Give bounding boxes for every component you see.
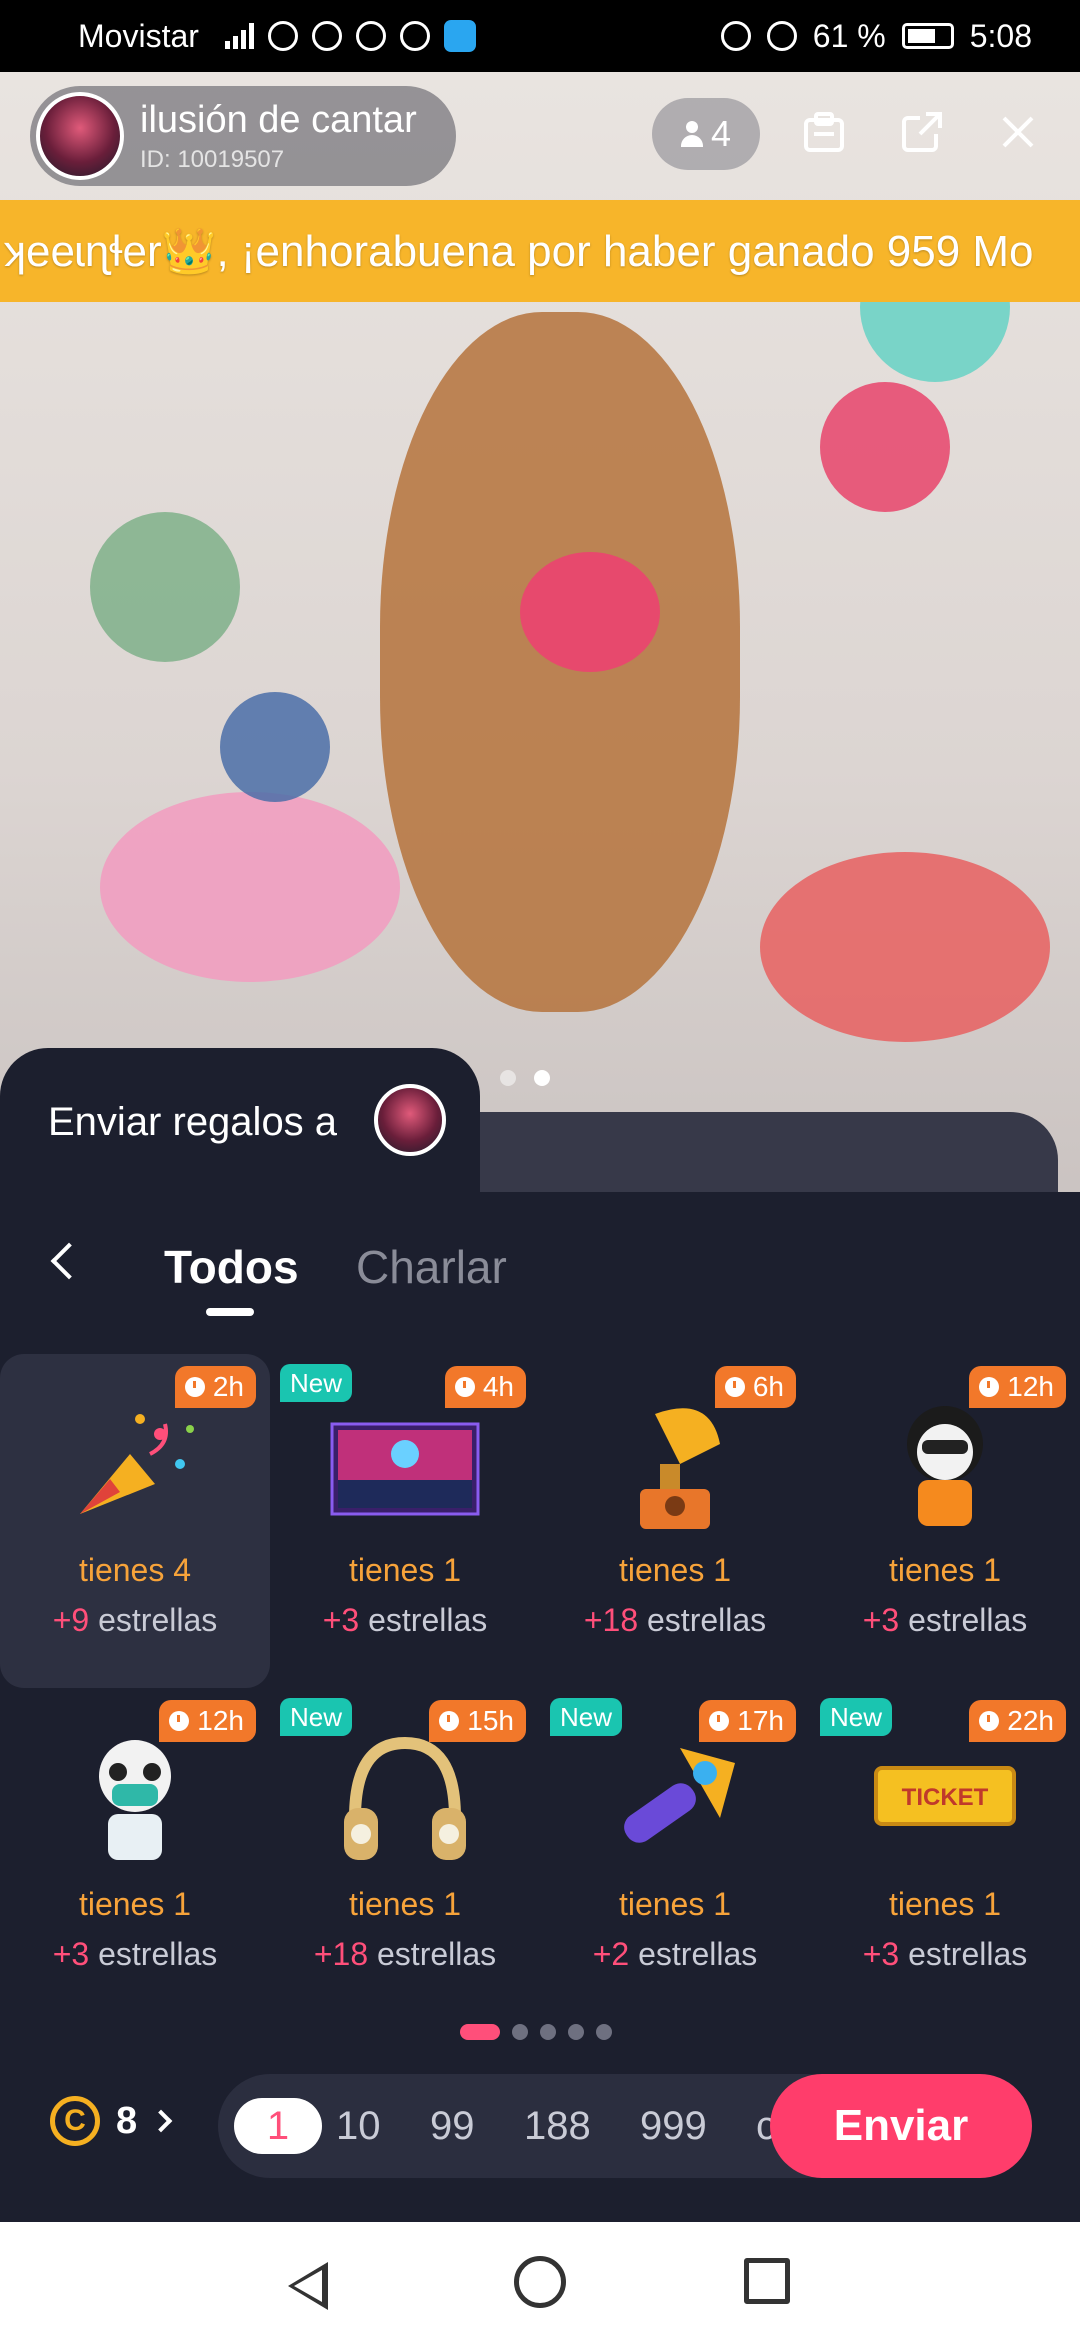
room-id: ID: 10019507 [140, 145, 285, 173]
quantity-option-selected[interactable]: 1 [234, 2098, 322, 2154]
gift-tabs: Todos Charlar [0, 1222, 1080, 1322]
whatsapp-icon [355, 21, 386, 51]
gift-owned-count: tienes 1 [348, 1886, 462, 1922]
gift-owned-count: tienes 1 [348, 1552, 462, 1588]
battery-percent: 61 % [812, 17, 886, 54]
active-tab-indicator [206, 1308, 254, 1316]
tab-charlar[interactable]: Charlar [356, 1240, 507, 1294]
coin-icon: C [50, 2096, 100, 2146]
magic-hammer-icon [624, 1748, 735, 1843]
quantity-option[interactable]: 188 [524, 2074, 591, 2178]
carrier-name: Movistar [78, 17, 199, 54]
share-icon[interactable] [898, 108, 946, 156]
send-button[interactable]: Enviar [770, 2074, 1032, 2178]
alarm-icon [720, 21, 751, 51]
gift-item[interactable]: 2h tienes 4 +9 estrellas [0, 1354, 270, 1688]
coin-count: 8 [116, 2099, 138, 2142]
quantity-option[interactable]: 99 [430, 2074, 475, 2178]
room-name: ilusión de cantar [140, 98, 417, 141]
gift-stars: +18 estrellas [313, 1936, 497, 1972]
gift-page-dots [460, 2024, 612, 2040]
gift-item[interactable]: New 22h TICKET tienes 1 +3 estrellas [810, 1688, 1080, 2022]
recipient-avatar[interactable] [374, 1084, 446, 1156]
gift-item[interactable]: New 15h tienes 1 +18 estrellas [270, 1688, 540, 2022]
facebook-icon [399, 21, 430, 51]
marquee-text: ʞeeɩɳɬer👑, ¡enhorabuena por haber ganado… [4, 227, 1034, 276]
gift-stars: +2 estrellas [592, 1936, 758, 1972]
gift-sheet-title: Enviar regalos a [48, 1100, 338, 1144]
system-navigation-bar [0, 2222, 1080, 2340]
signal-icon [224, 23, 254, 49]
gift-stars: +3 estrellas [322, 1602, 488, 1638]
gift-item[interactable]: New 17h tienes 1 +2 estrellas [540, 1688, 810, 2022]
dj-stage-icon [330, 1422, 480, 1516]
panda-rapper-icon [907, 1406, 983, 1526]
gift-recipient-tab: Enviar regalos a [0, 1048, 480, 1198]
home-icon[interactable] [514, 2256, 566, 2308]
game-icon [311, 21, 342, 51]
tab-todos[interactable]: Todos [164, 1240, 299, 1294]
gift-item[interactable]: 12h tienes 1 +3 estrellas [0, 1688, 270, 2022]
status-bar: Movistar 61 % 5:08 [0, 0, 1080, 72]
gramophone-icon [640, 1408, 720, 1529]
gift-owned-count: tienes 1 [78, 1886, 192, 1922]
gift-stars: +3 estrellas [52, 1936, 218, 1972]
close-icon[interactable] [994, 108, 1042, 156]
headphones-icon [344, 1736, 466, 1860]
wifi-icon [267, 21, 298, 51]
gift-owned-count: tienes 1 [888, 1552, 1002, 1588]
member-count: 4 [710, 113, 732, 154]
chevron-right-icon [149, 2109, 173, 2133]
back-arrow-icon[interactable] [50, 1242, 88, 1280]
gift-stars: +9 estrellas [52, 1602, 218, 1638]
mute-icon [766, 21, 797, 51]
quantity-option[interactable]: 10 [336, 2074, 381, 2178]
recent-apps-icon[interactable] [744, 2258, 790, 2304]
member-count-button[interactable]: 4 [652, 98, 760, 170]
gift-owned-count: tienes 1 [618, 1886, 732, 1922]
gift-owned-count: tienes 4 [78, 1552, 192, 1588]
quantity-selector: 1 10 99 188 999 c [218, 2074, 858, 2178]
gift-stars: +3 estrellas [862, 1602, 1028, 1638]
clock-time: 5:08 [969, 17, 1032, 54]
background-page-dots [500, 1070, 550, 1086]
room-info-pill[interactable]: ilusión de cantar ID: 10019507 [30, 86, 456, 186]
quantity-option[interactable]: 999 [640, 2074, 707, 2178]
battery-icon [901, 23, 954, 49]
gift-item[interactable]: 6h tienes 1 +18 estrellas [540, 1354, 810, 1688]
panda-doctor-icon [99, 1740, 171, 1860]
gift-item[interactable]: 12h tienes 1 +3 estrellas [810, 1354, 1080, 1688]
gift-owned-count: tienes 1 [888, 1886, 1002, 1922]
room-avatar[interactable] [36, 92, 124, 180]
ticket-icon: TICKET [874, 1766, 1016, 1826]
gift-stars: +3 estrellas [862, 1936, 1028, 1972]
coin-balance-button[interactable]: C 8 [50, 2096, 173, 2146]
gift-stars: +18 estrellas [583, 1602, 767, 1638]
party-popper-icon [80, 1414, 194, 1514]
clipboard-icon[interactable] [800, 108, 848, 156]
search-app-icon [443, 20, 476, 52]
back-icon[interactable] [288, 2262, 328, 2310]
announcement-marquee: ʞeeɩɳɬer👑, ¡enhorabuena por haber ganado… [0, 200, 1080, 302]
gift-item[interactable]: New 4h tienes 1 +3 estrellas [270, 1354, 540, 1688]
ticket-text: TICKET [902, 1784, 989, 1811]
person-icon [680, 121, 703, 147]
gift-owned-count: tienes 1 [618, 1552, 732, 1588]
